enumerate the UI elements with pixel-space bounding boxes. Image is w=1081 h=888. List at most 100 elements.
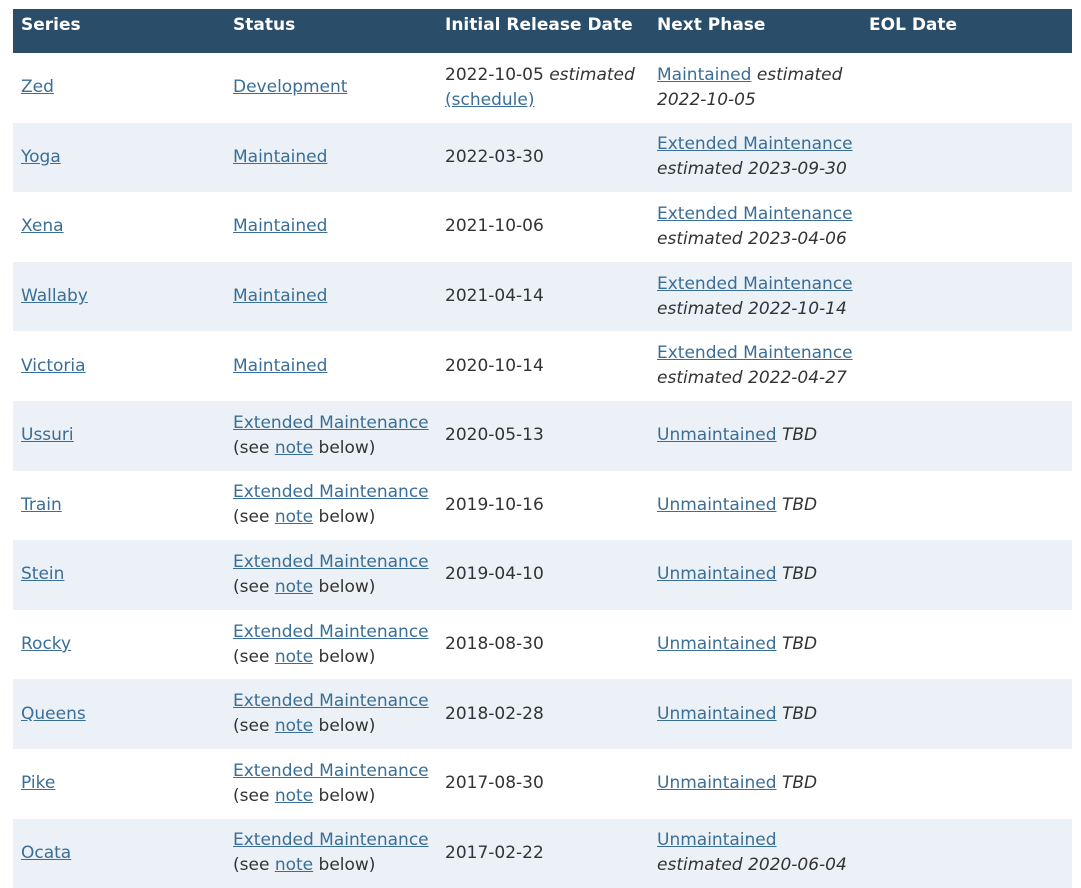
eol-date-cell (861, 819, 1072, 888)
table-row: Yoga Maintained 2022-03-30 Extended Mainten… (13, 122, 1072, 193)
series-cell: Zed (13, 53, 225, 123)
next-phase-link[interactable]: Extended Maintenance (657, 204, 853, 224)
status-link[interactable]: Extended Maintenance (233, 552, 429, 572)
table-row: Rocky Extended Maintenance (see note below… (13, 610, 1072, 680)
note-link[interactable]: note (275, 786, 313, 806)
status-link[interactable]: Maintained (233, 147, 327, 167)
eol-date-cell (861, 262, 1072, 332)
series-cell: Ocata (13, 819, 225, 888)
status-link[interactable]: Extended Maintenance (233, 622, 429, 642)
next-phase-estimate: estimated 2020-06-04 (657, 855, 847, 876)
note-link[interactable]: note (275, 438, 313, 458)
series-cell: Victoria (13, 331, 225, 401)
next-phase-link[interactable]: Extended Maintenance (657, 274, 853, 294)
series-link[interactable]: Wallaby (21, 286, 88, 306)
status-link[interactable]: Extended Maintenance (233, 413, 429, 433)
status-link[interactable]: Extended Maintenance (233, 761, 429, 781)
status-cell: Extended Maintenance (see note below) (225, 749, 437, 819)
release-date: 2020-05-13 (445, 425, 544, 446)
status-cell: Extended Maintenance (see note below) (225, 471, 437, 541)
release-date: 2021-04-14 (445, 286, 544, 307)
note-link[interactable]: note (275, 716, 313, 736)
status-note-suffix: below) (313, 576, 376, 597)
release-date: 2021-10-06 (445, 216, 544, 237)
header-next-phase: Next Phase (657, 15, 766, 35)
status-note-suffix: below) (313, 507, 376, 528)
header-row: Series Status Initial Release Date Next … (13, 9, 1072, 53)
release-date: 2018-02-28 (445, 703, 544, 724)
status-cell: Maintained (225, 331, 437, 401)
status-note-prefix: (see (233, 646, 275, 667)
next-phase-estimate: TBD (781, 494, 818, 515)
next-phase-link[interactable]: Extended Maintenance (657, 343, 853, 363)
next-phase-cell: Unmaintained TBD (649, 749, 861, 819)
series-link[interactable]: Train (21, 495, 62, 515)
release-date-cell: 2022-10-05 estimated (schedule) (437, 53, 649, 123)
series-link[interactable]: Xena (21, 216, 64, 236)
schedule-link[interactable]: (schedule) (445, 90, 534, 110)
eol-date-cell (861, 610, 1072, 680)
header-status: Status (233, 15, 296, 35)
release-date-cell: 2019-10-16 (437, 471, 649, 541)
series-link[interactable]: Queens (21, 704, 86, 724)
next-phase-link[interactable]: Unmaintained (657, 830, 777, 850)
releases-table: Series Status Initial Release Date Next … (13, 9, 1072, 888)
eol-date-cell (861, 123, 1072, 193)
status-cell: Extended Maintenance (see note below) (225, 610, 437, 680)
status-cell: Extended Maintenance (see note below) (225, 401, 437, 471)
status-link[interactable]: Extended Maintenance (233, 691, 429, 711)
table-body: Zed Development 2022-10-05 estimated (sched… (13, 53, 1072, 888)
next-phase-link[interactable]: Extended Maintenance (657, 134, 853, 154)
series-link[interactable]: Zed (21, 77, 54, 97)
release-date-cell: 2019-04-10 (437, 540, 649, 610)
note-link[interactable]: note (275, 577, 313, 597)
eol-date-cell (861, 471, 1072, 541)
next-phase-estimate: estimated 2023-04-06 (657, 228, 847, 249)
series-link[interactable]: Yoga (21, 147, 61, 167)
release-date: 2022-03-30 (445, 146, 544, 167)
eol-date-cell (861, 53, 1072, 123)
next-phase-estimate: TBD (781, 564, 818, 585)
next-phase-link[interactable]: Unmaintained (657, 564, 777, 584)
status-link[interactable]: Extended Maintenance (233, 830, 429, 850)
release-date-cell: 2020-10-14 (437, 331, 649, 401)
table-row: Xena Maintained 2021-10-06 Extended Mainten… (13, 192, 1072, 262)
next-phase-cell: Unmaintained TBD (649, 471, 861, 541)
header-series: Series (21, 15, 81, 35)
status-link[interactable]: Maintained (233, 286, 327, 306)
header-eol-date: EOL Date (869, 15, 958, 35)
next-phase-estimate: TBD (781, 425, 818, 446)
release-date-cell: 2021-04-14 (437, 262, 649, 332)
next-phase-link[interactable]: Maintained (657, 65, 751, 85)
series-cell: Wallaby (13, 262, 225, 332)
status-link[interactable]: Maintained (233, 216, 327, 236)
status-link[interactable]: Maintained (233, 356, 327, 376)
eol-date-cell (861, 331, 1072, 401)
next-phase-link[interactable]: Unmaintained (657, 704, 777, 724)
series-link[interactable]: Rocky (21, 634, 71, 654)
release-date-cell: 2017-08-30 (437, 749, 649, 819)
next-phase-cell: Unmaintained TBD (649, 610, 861, 680)
next-phase-link[interactable]: Unmaintained (657, 634, 777, 654)
next-phase-cell: Unmaintained TBD (649, 679, 861, 749)
series-link[interactable]: Ocata (21, 843, 71, 863)
next-phase-link[interactable]: Unmaintained (657, 495, 777, 515)
eol-date-cell (861, 401, 1072, 471)
note-link[interactable]: note (275, 507, 313, 527)
status-link[interactable]: Extended Maintenance (233, 482, 429, 502)
series-link[interactable]: Pike (21, 773, 55, 793)
series-link[interactable]: Ussuri (21, 425, 74, 445)
series-link[interactable]: Stein (21, 564, 64, 584)
table-row: Stein Extended Maintenance (see note below… (13, 540, 1072, 610)
status-note-suffix: below) (313, 646, 376, 667)
note-link[interactable]: note (275, 855, 313, 875)
note-link[interactable]: note (275, 647, 313, 667)
series-link[interactable]: Victoria (21, 356, 86, 376)
next-phase-link[interactable]: Unmaintained (657, 773, 777, 793)
status-link[interactable]: Development (233, 77, 347, 97)
table-row: Wallaby Maintained 2021-04-14 Extended Main… (13, 261, 1072, 332)
series-cell: Xena (13, 192, 225, 262)
next-phase-link[interactable]: Unmaintained (657, 425, 777, 445)
table-row: Queens Extended Maintenance (see note belo… (13, 679, 1072, 749)
status-note-suffix: below) (313, 716, 376, 737)
